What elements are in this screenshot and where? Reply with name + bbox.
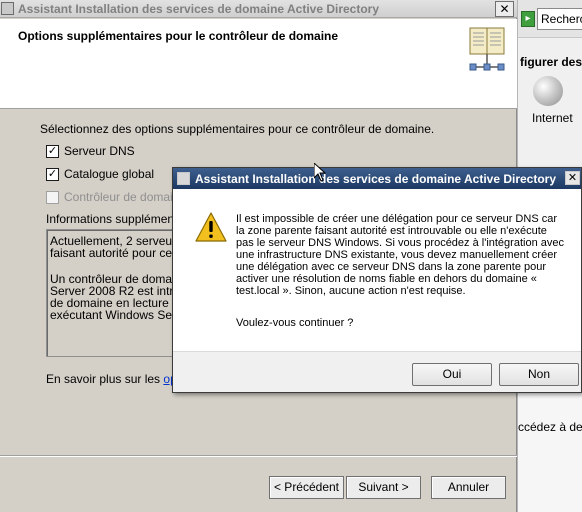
dialog-app-icon bbox=[177, 172, 190, 185]
no-button[interactable]: Non bbox=[499, 363, 579, 386]
message-line: activer une résolution de noms fiable en… bbox=[236, 273, 537, 285]
dialog-close-button[interactable]: ✕ bbox=[565, 171, 580, 185]
dialog-title: Assistant Installation des services de d… bbox=[195, 172, 557, 186]
background-heading: figurer des c bbox=[520, 55, 582, 69]
page-title: Options supplémentaires pour le contrôle… bbox=[18, 29, 339, 43]
footer-separator bbox=[0, 455, 517, 457]
warning-icon bbox=[195, 212, 227, 242]
background-toolbar: ▸ Recherch bbox=[518, 0, 582, 38]
mouse-cursor-icon bbox=[314, 163, 326, 182]
navigate-icon[interactable]: ▸ bbox=[521, 11, 535, 27]
background-lower-panel: ccédez à des bbox=[518, 390, 582, 512]
message-line: la zone parente faisant autorité est int… bbox=[236, 225, 547, 237]
search-input[interactable]: Recherch bbox=[537, 8, 582, 30]
options-intro: Sélectionnez des options supplémentaires… bbox=[40, 122, 435, 136]
readonly-dc-checkbox bbox=[46, 191, 59, 204]
app-icon bbox=[1, 2, 14, 15]
global-catalog-checkbox[interactable]: ✓ bbox=[46, 168, 59, 181]
message-line: test.local ». Sinon, aucune action n'est… bbox=[236, 285, 466, 297]
previous-button[interactable]: < Précédent bbox=[269, 476, 344, 499]
warning-dialog: Assistant Installation des services de d… bbox=[172, 167, 582, 393]
dialog-body: Il est impossible de créer une délégatio… bbox=[173, 189, 581, 351]
readonly-dc-label: Contrôleur de domaine bbox=[64, 190, 187, 204]
dns-server-checkbox[interactable]: ✓ bbox=[46, 145, 59, 158]
dns-server-label[interactable]: Serveur DNS bbox=[64, 144, 135, 158]
wizard-header: Options supplémentaires pour le contrôle… bbox=[0, 19, 517, 109]
wizard-titlebar[interactable]: Assistant Installation des services de d… bbox=[0, 0, 517, 18]
dialog-question: Voulez-vous continuer ? bbox=[236, 317, 354, 329]
message-line: une infrastructure DNS existante, vous d… bbox=[236, 249, 557, 261]
message-line: Il est impossible de créer une délégatio… bbox=[236, 213, 557, 225]
globe-icon[interactable] bbox=[533, 76, 563, 106]
learn-more-prefix: En savoir plus sur les bbox=[46, 372, 161, 386]
wizard-close-button[interactable]: ✕ bbox=[495, 1, 514, 17]
yes-button[interactable]: Oui bbox=[412, 363, 492, 386]
internet-label[interactable]: Internet bbox=[532, 111, 573, 125]
info-line: exécutant Windows Serve bbox=[50, 308, 181, 322]
message-line: une délégation avec ce serveur DNS dans … bbox=[236, 261, 547, 273]
dialog-footer: Oui Non bbox=[173, 351, 581, 392]
additional-info-box[interactable]: Actuellement, 2 serveurs D faisant autor… bbox=[46, 229, 181, 357]
message-line: pas le serveur DNS Windows. Si vous proc… bbox=[236, 237, 564, 249]
info-line: faisant autorité pour ce dor bbox=[50, 246, 181, 260]
cancel-button[interactable]: Annuler bbox=[431, 476, 506, 499]
dialog-message: Il est impossible de créer une délégatio… bbox=[236, 213, 564, 297]
wizard-title: Assistant Installation des services de d… bbox=[18, 2, 380, 16]
directory-book-icon bbox=[469, 27, 505, 71]
next-button[interactable]: Suivant > bbox=[346, 476, 421, 499]
global-catalog-label[interactable]: Catalogue global bbox=[64, 167, 154, 181]
dialog-titlebar[interactable]: Assistant Installation des services de d… bbox=[173, 168, 581, 189]
background-lower-text: ccédez à des bbox=[518, 420, 582, 434]
